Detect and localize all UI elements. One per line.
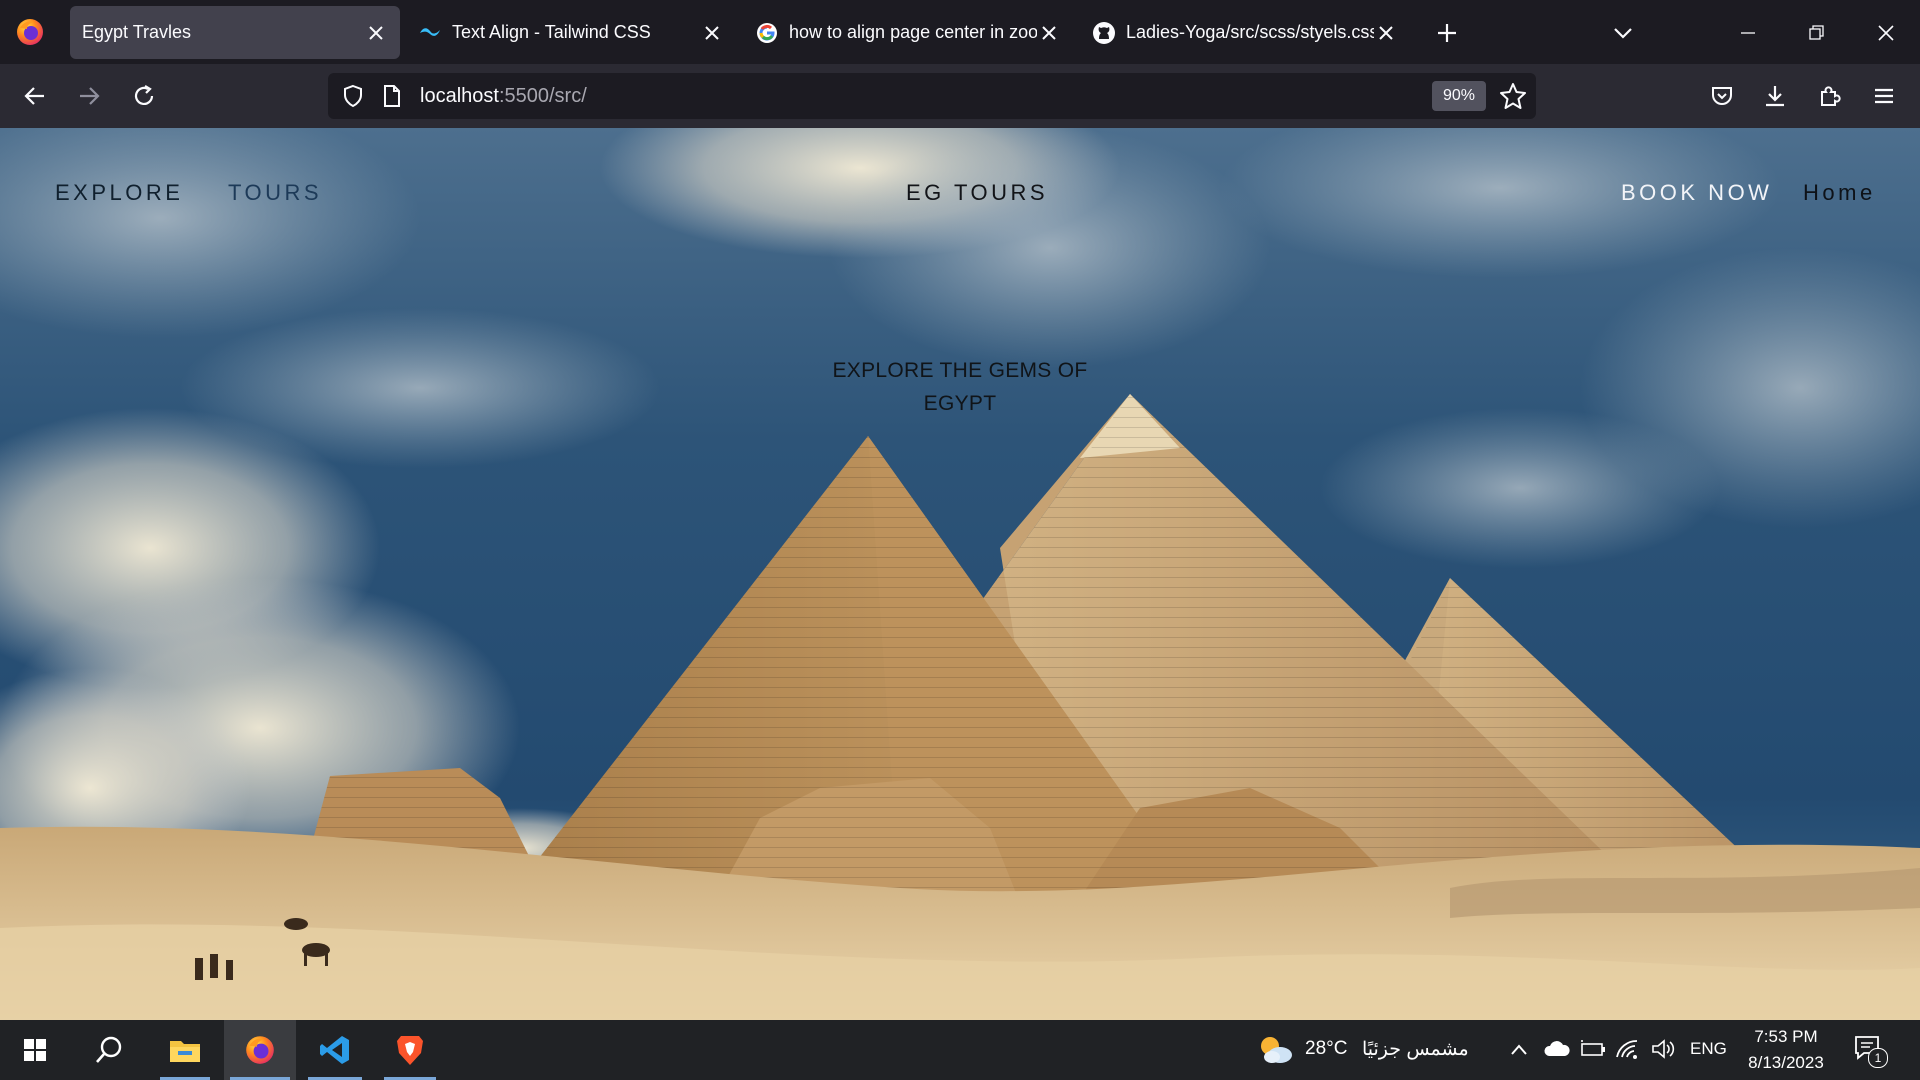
hamburger-menu-icon[interactable] [1866, 78, 1902, 114]
tab-google-search[interactable]: how to align page center in zoo [743, 6, 1073, 59]
tab-title: Egypt Travles [82, 22, 192, 42]
pocket-icon[interactable] [1704, 78, 1740, 114]
weather-temperature[interactable]: 28°C [1305, 1038, 1347, 1060]
tab-tailwind[interactable]: Text Align - Tailwind CSS [406, 6, 736, 59]
notification-center-icon[interactable]: 1 [1854, 1034, 1888, 1068]
extensions-puzzle-icon[interactable] [1812, 78, 1848, 114]
file-explorer-icon[interactable] [154, 1020, 216, 1080]
tab-github[interactable]: Ladies-Yoga/src/scss/styels.css [1080, 6, 1410, 59]
tab-strip: Egypt Travles Text Align - Tailwind CSS … [0, 0, 1920, 64]
search-icon[interactable] [76, 1020, 142, 1080]
notification-count-badge: 1 [1868, 1048, 1888, 1068]
url-host: localhost [420, 85, 499, 107]
close-window-icon[interactable] [1871, 18, 1901, 48]
firefox-menu-icon[interactable] [14, 16, 46, 48]
url-path: :5500/src/ [498, 85, 587, 107]
address-bar[interactable]: localhost:5500/src/ 90% [328, 73, 1536, 119]
navigation-toolbar: localhost:5500/src/ 90% [0, 64, 1920, 128]
weather-description[interactable]: مشمس جزئيًا [1362, 1038, 1469, 1061]
nav-link-book-now[interactable]: BOOK NOW [1621, 180, 1772, 206]
close-tab-icon[interactable] [1374, 21, 1398, 45]
page-viewport: EXPLORE TOURS EG TOURS BOOK NOW Home EXP… [0, 128, 1920, 1020]
google-icon [755, 21, 779, 45]
downloads-icon[interactable] [1757, 78, 1793, 114]
nav-link-home[interactable]: Home [1803, 180, 1876, 206]
reload-icon[interactable] [126, 78, 162, 114]
pyramids-background-image [0, 128, 1920, 1020]
url-text[interactable]: localhost:5500/src/ [420, 73, 587, 119]
hero-heading-line-2: EGYPT [923, 392, 997, 415]
nav-link-explore[interactable]: EXPLORE [55, 180, 183, 206]
minimize-window-icon[interactable] [1733, 18, 1763, 48]
weather-partly-sunny-icon[interactable] [1256, 1033, 1294, 1067]
vscode-icon[interactable] [302, 1020, 368, 1080]
clock-time: 7:53 PM [1754, 1027, 1818, 1046]
tailwind-icon [418, 21, 442, 45]
close-tab-icon[interactable] [1037, 21, 1061, 45]
restore-window-icon[interactable] [1802, 18, 1832, 48]
site-logo-text: EG TOURS [906, 180, 1049, 205]
onedrive-cloud-icon[interactable] [1543, 1038, 1571, 1060]
bookmark-star-icon[interactable] [1498, 81, 1528, 111]
volume-speaker-icon[interactable] [1650, 1037, 1676, 1061]
zoom-level-button[interactable]: 90% [1432, 81, 1486, 111]
brave-browser-icon[interactable] [378, 1020, 442, 1080]
wifi-icon[interactable] [1615, 1037, 1641, 1061]
firefox-taskbar-icon[interactable] [224, 1020, 296, 1080]
close-tab-icon[interactable] [364, 21, 388, 45]
tracking-protection-shield-icon[interactable] [340, 83, 366, 109]
tab-egypt-travles[interactable]: Egypt Travles [70, 6, 400, 59]
forward-arrow-icon[interactable] [71, 78, 107, 114]
show-hidden-icons-chevron-icon[interactable] [1508, 1040, 1530, 1060]
new-tab-plus-icon[interactable] [1432, 18, 1462, 48]
close-tab-icon[interactable] [700, 21, 724, 45]
nav-link-tours[interactable]: TOURS [228, 180, 322, 206]
hero-heading: EXPLORE THE GEMS OF EGYPT [760, 354, 1160, 420]
windows-taskbar: 28°C مشمس جزئيًا ENG 7:53 PM 8/13/2023 1 [0, 1020, 1920, 1080]
page-info-icon[interactable] [380, 83, 404, 109]
hero-heading-line-1: EXPLORE THE GEMS OF [832, 359, 1088, 382]
github-icon [1092, 21, 1116, 45]
windows-start-icon[interactable] [0, 1020, 70, 1080]
tab-title: how to align page center in zoo [789, 22, 1037, 42]
battery-icon[interactable] [1579, 1038, 1607, 1060]
tab-title: Ladies-Yoga/src/scss/styels.css [1126, 22, 1374, 42]
tab-title: Text Align - Tailwind CSS [452, 22, 651, 42]
system-clock[interactable]: 7:53 PM 8/13/2023 [1736, 1024, 1836, 1076]
back-arrow-icon[interactable] [17, 78, 53, 114]
clock-date: 8/13/2023 [1748, 1053, 1824, 1072]
list-all-tabs-chevron-icon[interactable] [1608, 20, 1638, 46]
input-language-indicator[interactable]: ENG [1690, 1039, 1727, 1059]
